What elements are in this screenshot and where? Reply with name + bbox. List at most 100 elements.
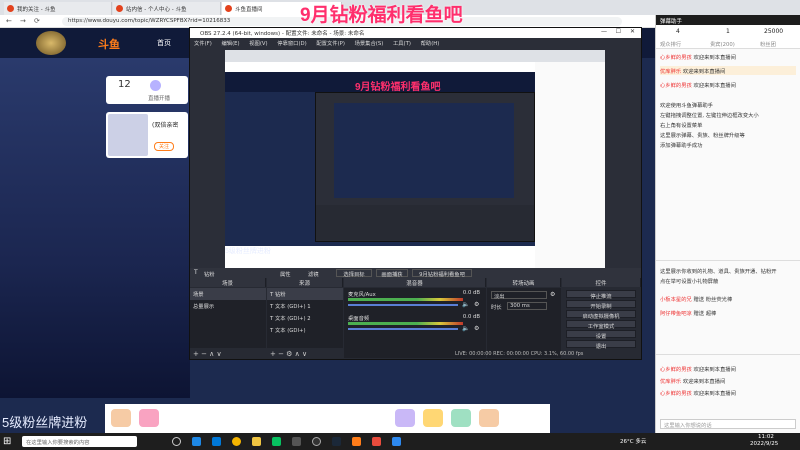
source-item[interactable]: T 文本 (GDI+) — [267, 324, 343, 336]
gift-icon[interactable] — [139, 409, 159, 427]
scene-item[interactable]: 场景 — [190, 288, 266, 300]
text-source-value[interactable]: 9月钻粉福利看鱼吧 — [412, 269, 472, 278]
douyu-icon[interactable] — [352, 437, 361, 446]
browser-tab-0[interactable]: 我的关注 - 斗鱼 — [4, 2, 112, 15]
wechat-icon[interactable] — [272, 437, 281, 446]
transition-select[interactable]: 淡出 — [491, 291, 547, 300]
browser-tab-1[interactable]: 站内信 - 个人中心 - 斗鱼 — [113, 2, 221, 15]
select-target-button[interactable]: 选择目标 — [336, 269, 372, 278]
speaker-icon[interactable]: 🔈 — [462, 325, 469, 332]
back-icon[interactable]: ← — [6, 17, 12, 25]
duration-field[interactable]: 300 ms — [507, 302, 547, 310]
source-type-icon: T — [194, 269, 198, 276]
room-card[interactable]: (双倍亲密 关注 — [106, 112, 188, 158]
clock-time[interactable]: 11:02 — [758, 434, 774, 440]
preview-tab-bar — [225, 50, 605, 62]
preview-nested-canvas — [334, 103, 514, 198]
menu-profile[interactable]: 配置文件(P) — [316, 41, 345, 47]
stop-streaming-button[interactable]: 停止推流 — [566, 290, 636, 300]
volume-slider[interactable] — [348, 304, 458, 306]
settings-button[interactable]: 设置 — [566, 330, 636, 340]
obs-title-bar: OBS 27.2.4 (64-bit, windows) - 配置文件: 未命名… — [190, 28, 641, 38]
chat-line: 心乡鲜的男孩 欢迎来到本直播间 — [660, 53, 736, 61]
task-view-icon[interactable] — [172, 437, 181, 446]
notice-line: 添加弹幕助手成功 — [660, 143, 703, 149]
tab-fans[interactable]: 粉丝团 — [760, 40, 776, 48]
gift-icon[interactable] — [395, 409, 415, 427]
obs-icon[interactable] — [312, 437, 321, 446]
menu-view[interactable]: 视图(V) — [249, 41, 267, 47]
add-scene-icon[interactable]: + − ∧ ∨ — [193, 350, 222, 358]
gear-icon[interactable]: ⚙ — [474, 325, 479, 332]
chat-header: 弹幕助手 — [656, 15, 800, 25]
chat-user: 心乡鲜的男孩 — [660, 83, 692, 89]
steam-icon[interactable] — [332, 437, 341, 446]
source-name: 文本 (GDI+) 2 — [274, 316, 311, 322]
windows-icon[interactable] — [212, 437, 221, 446]
chat-input[interactable]: 这里输入你想说的话 — [660, 419, 796, 429]
capture-button[interactable]: 画面捕获 — [376, 269, 408, 278]
volume-slider[interactable] — [348, 328, 458, 330]
menu-file[interactable]: 文件(F) — [194, 41, 212, 47]
close-icon[interactable]: ✕ — [630, 28, 635, 35]
douyu-logo[interactable]: 斗鱼 — [98, 36, 120, 52]
clock-date[interactable]: 2022/9/25 — [750, 441, 778, 447]
chat-text: 欢迎来到本直播间 — [693, 391, 736, 397]
preview-obs-window — [315, 92, 535, 242]
virtual-camera-button[interactable]: 启动虚拟摄像机 — [566, 310, 636, 320]
taskbar-search-input[interactable]: 在这里输入你要搜索的内容 — [22, 436, 137, 447]
windows-start-icon[interactable]: ⊞ — [3, 436, 11, 447]
obs-title: OBS 27.2.4 (64-bit, windows) - 配置文件: 未命名… — [200, 31, 365, 37]
gear-icon[interactable]: ⚙ — [550, 291, 555, 298]
chrome-icon[interactable] — [232, 437, 241, 446]
gear-icon[interactable]: ⚙ — [474, 301, 479, 308]
speaker-icon[interactable]: 🔈 — [462, 301, 469, 308]
menu-tools[interactable]: 工具(T) — [393, 41, 411, 47]
gift-icon[interactable] — [423, 409, 443, 427]
gift-icon[interactable] — [479, 409, 499, 427]
obs-status-bar: LIVE: 00:00:00 REC: 00:00:00 CPU: 3.1%, … — [455, 351, 584, 357]
duration-label: 时长 — [491, 305, 502, 311]
tab-viewers[interactable]: 观众排行 — [660, 40, 681, 48]
forward-icon[interactable]: → — [20, 17, 26, 25]
follow-button[interactable]: 关注 — [154, 142, 174, 151]
menu-edit[interactable]: 编辑(E) — [221, 41, 239, 47]
minimize-icon[interactable]: — — [601, 28, 607, 35]
douyu-favicon-icon — [7, 5, 14, 12]
chat-line: 优库胖乐 欢迎来到本直播间 — [660, 67, 725, 75]
obs-preview-canvas[interactable]: 9月钻粉福利看鱼吧 5级粉丝牌进粉 — [225, 50, 605, 268]
menu-scene-collection[interactable]: 场景集合(S) — [355, 41, 384, 47]
maximize-icon[interactable]: ☐ — [616, 28, 621, 35]
source-name: 钻粉 — [274, 292, 286, 298]
notice-line: 左键拖拽调整位置, 左键拉伸边框改变大小 — [660, 113, 759, 119]
app-icon[interactable] — [392, 437, 401, 446]
text-source-icon: T — [270, 292, 274, 298]
chat-user: 小板本星的兄 — [660, 297, 692, 303]
add-source-icon[interactable]: + − ⚙ ∧ ∨ — [270, 350, 307, 358]
studio-mode-button[interactable]: 工作室模式 — [566, 320, 636, 330]
reload-icon[interactable]: ⟳ — [34, 17, 40, 25]
folder-icon[interactable] — [252, 437, 261, 446]
chat-line: 心乡鲜的男孩 欢迎来到本直播间 — [660, 81, 736, 89]
app-icon[interactable] — [372, 437, 381, 446]
transitions-panel: 淡出 ⚙ 时长 300 ms — [487, 288, 561, 358]
tab-vip[interactable]: 贵宾(200) — [710, 40, 735, 48]
properties-button[interactable]: 属性 — [280, 270, 291, 278]
weather[interactable]: 26°C 多云 — [620, 437, 646, 445]
exit-button[interactable]: 退出 — [566, 340, 636, 350]
gift-icon[interactable] — [111, 409, 131, 427]
source-item[interactable]: T 文本 (GDI+) 1 — [267, 300, 343, 312]
nav-home-link[interactable]: 首页 — [157, 38, 171, 48]
preview-bottom-text: 5级粉丝牌进粉 — [225, 248, 271, 255]
app-icon[interactable] — [292, 437, 301, 446]
source-item[interactable]: T 文本 (GDI+) 2 — [267, 312, 343, 324]
menu-help[interactable]: 帮助(H) — [421, 41, 440, 47]
menu-docks[interactable]: 停靠窗口(D) — [277, 41, 306, 47]
start-recording-button[interactable]: 开始录制 — [566, 300, 636, 310]
scene-item[interactable]: 总量展示 — [190, 300, 266, 312]
edge-icon[interactable] — [192, 437, 201, 446]
chat-line: 心乡鲜的男孩 欢迎来到本直播间 — [660, 389, 736, 397]
filters-button[interactable]: 滤镜 — [308, 270, 319, 278]
source-item[interactable]: T 钻粉 — [267, 288, 343, 300]
gift-icon[interactable] — [451, 409, 471, 427]
